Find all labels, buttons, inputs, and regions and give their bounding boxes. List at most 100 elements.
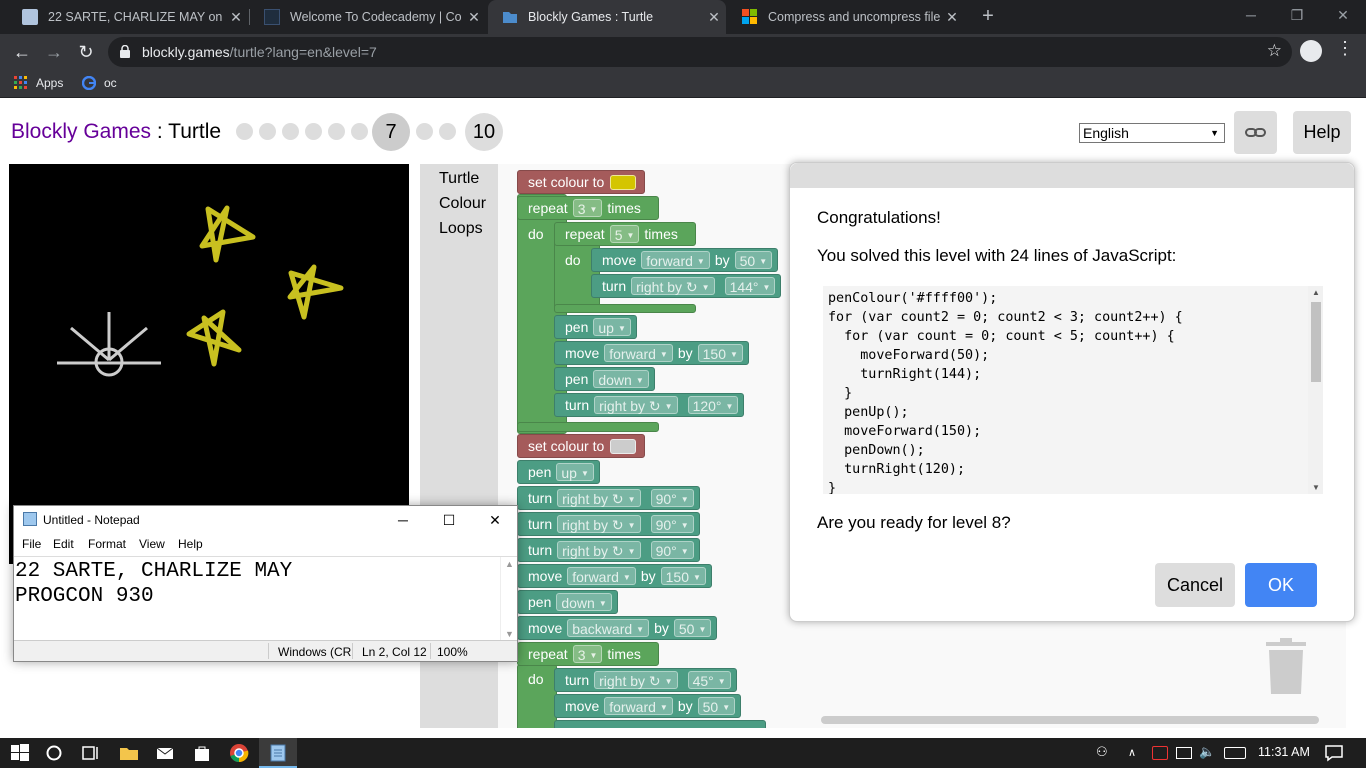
notepad-title-bar[interactable]: Untitled - Notepad ─ ☐ ✕ xyxy=(14,506,517,534)
level-dot-5[interactable] xyxy=(328,123,345,140)
move-block[interactable]: move forward ▼ by 150 ▼ xyxy=(517,564,712,588)
move-block[interactable]: move backward ▼ by 50 ▼ xyxy=(517,616,718,640)
trash-icon[interactable] xyxy=(1266,638,1306,694)
turn-direction-field[interactable]: right by ↻ ▼ xyxy=(557,515,641,533)
repeat-count-field[interactable]: 3 ▼ xyxy=(572,199,603,217)
level-dot-1[interactable] xyxy=(236,123,253,140)
distance-field[interactable]: 50 ▼ xyxy=(673,619,712,637)
direction-field[interactable]: forward ▼ xyxy=(567,567,636,585)
workspace-horizontal-scrollbar[interactable] xyxy=(821,716,1319,724)
blockly-games-link[interactable]: Blockly Games xyxy=(11,120,151,143)
turn-direction-field[interactable]: right by ↻ ▼ xyxy=(594,396,678,414)
scroll-up-icon[interactable]: ▲ xyxy=(1312,288,1320,297)
windows-start-icon[interactable] xyxy=(10,743,30,763)
chrome-icon[interactable] xyxy=(229,743,249,763)
chrome-menu-icon[interactable]: ⋮ xyxy=(1336,38,1354,59)
volume-icon[interactable]: 🔈 xyxy=(1199,744,1215,760)
notepad-taskbar-item[interactable] xyxy=(259,738,297,768)
pen-state-field[interactable]: down ▼ xyxy=(556,593,612,611)
angle-field[interactable]: 90° ▼ xyxy=(650,489,694,507)
keyboard-icon[interactable] xyxy=(1224,747,1246,759)
level-current[interactable]: 7 xyxy=(372,113,410,151)
turn-block[interactable]: turn right by ↻ ▼ 120° ▼ xyxy=(554,393,745,417)
distance-field[interactable]: 50 ▼ xyxy=(734,251,773,269)
file-explorer-icon[interactable] xyxy=(119,743,139,763)
repeat-count-field[interactable]: 5 ▼ xyxy=(609,225,640,243)
task-view-icon[interactable] xyxy=(80,743,100,763)
bookmark-oc[interactable]: oc xyxy=(82,76,117,90)
level-dot-9[interactable] xyxy=(439,123,456,140)
direction-field[interactable]: forward ▼ xyxy=(604,344,673,362)
store-icon[interactable] xyxy=(192,743,212,763)
angle-field[interactable]: 45° ▼ xyxy=(687,671,731,689)
close-icon[interactable]: ✕ xyxy=(462,9,486,26)
level-last[interactable]: 10 xyxy=(465,113,503,151)
bookmark-apps[interactable]: Apps xyxy=(14,76,63,90)
people-icon[interactable]: ⚇ xyxy=(1096,744,1108,760)
close-icon[interactable]: ✕ xyxy=(224,9,248,26)
direction-field[interactable]: forward ▼ xyxy=(641,251,710,269)
tab-compress[interactable]: Compress and uncompress files ( ✕ xyxy=(728,0,964,34)
set-colour-block[interactable]: set colour to xyxy=(517,170,646,194)
angle-field[interactable]: 144° ▼ xyxy=(724,277,776,295)
inner-repeat-block[interactable]: repeat 5 ▼ times xyxy=(554,222,696,246)
close-icon[interactable]: ✕ xyxy=(702,9,726,26)
pen-state-field[interactable]: up ▼ xyxy=(556,463,594,481)
level-dot-3[interactable] xyxy=(282,123,299,140)
angle-field[interactable]: 90° ▼ xyxy=(650,541,694,559)
repeat-block[interactable]: repeat 3 ▼ times xyxy=(517,196,659,220)
scroll-down-icon[interactable]: ▼ xyxy=(505,629,514,639)
address-bar[interactable]: blockly.games/turtle?lang=en&level=7 ☆ xyxy=(108,37,1292,67)
distance-field[interactable]: 50 ▼ xyxy=(697,697,736,715)
direction-field[interactable]: forward ▼ xyxy=(604,697,673,715)
move-block[interactable]: move forward ▼ by 150 ▼ xyxy=(554,341,749,365)
notepad-text-area[interactable]: 22 SARTE, CHARLIZE MAY PROGCON 930 ▲ ▼ xyxy=(14,556,517,641)
scroll-up-icon[interactable]: ▲ xyxy=(505,559,514,569)
menu-view[interactable]: View xyxy=(139,537,165,551)
tab-sarte[interactable]: 22 SARTE, CHARLIZE MAY on 201 ✕ xyxy=(8,0,248,34)
angle-field[interactable]: 90° ▼ xyxy=(650,515,694,533)
level-dot-6[interactable] xyxy=(351,123,368,140)
turn-block[interactable]: turn right by ↻ ▼ 144° ▼ xyxy=(591,274,782,298)
notifications-icon[interactable] xyxy=(1324,743,1344,763)
restore-icon[interactable]: ❐ xyxy=(1274,0,1320,30)
category-loops[interactable]: Loops xyxy=(439,220,483,238)
scrollbar-thumb[interactable] xyxy=(1311,302,1321,382)
partial-block[interactable] xyxy=(554,720,766,728)
minimize-icon[interactable]: ─ xyxy=(380,506,426,534)
language-select[interactable]: English ▼ xyxy=(1079,123,1225,143)
turn-block[interactable]: turn right by ↻ ▼ 90° ▼ xyxy=(517,512,700,536)
show-hidden-icons[interactable]: ∧ xyxy=(1128,746,1136,759)
maximize-icon[interactable]: ☐ xyxy=(426,506,472,534)
category-turtle[interactable]: Turtle xyxy=(439,170,479,188)
turn-block[interactable]: turn right by ↻ ▼ 45° ▼ xyxy=(554,668,737,692)
turn-block[interactable]: turn right by ↻ ▼ 90° ▼ xyxy=(517,538,700,562)
colour-swatch[interactable] xyxy=(610,174,637,190)
menu-edit[interactable]: Edit xyxy=(53,537,74,551)
code-box[interactable]: penColour('#ffff00'); for (var count2 = … xyxy=(823,286,1323,494)
pen-block[interactable]: pen down ▼ xyxy=(554,367,655,391)
colour-swatch[interactable] xyxy=(610,438,637,454)
distance-field[interactable]: 150 ▼ xyxy=(660,567,706,585)
level-dot-8[interactable] xyxy=(416,123,433,140)
link-button[interactable] xyxy=(1234,111,1277,154)
pen-block[interactable]: pen up ▼ xyxy=(554,315,637,339)
menu-file[interactable]: File xyxy=(22,537,41,551)
move-block[interactable]: move forward ▼ by 50 ▼ xyxy=(591,248,779,272)
angle-field[interactable]: 120° ▼ xyxy=(687,396,739,414)
level-dot-4[interactable] xyxy=(305,123,322,140)
distance-field[interactable]: 150 ▼ xyxy=(697,344,743,362)
mail-icon[interactable] xyxy=(155,743,175,763)
turn-direction-field[interactable]: right by ↻ ▼ xyxy=(594,671,678,689)
scroll-down-icon[interactable]: ▼ xyxy=(1312,483,1320,492)
taskbar-clock[interactable]: 11:31 AM xyxy=(1258,745,1310,759)
move-block[interactable]: move forward ▼ by 50 ▼ xyxy=(554,694,742,718)
back-icon[interactable]: ← xyxy=(8,38,36,66)
pen-state-field[interactable]: up ▼ xyxy=(593,318,631,336)
turn-direction-field[interactable]: right by ↻ ▼ xyxy=(557,489,641,507)
category-colour[interactable]: Colour xyxy=(439,195,486,213)
repeat-block[interactable]: repeat 3 ▼ times xyxy=(517,642,659,666)
bookmark-star-icon[interactable]: ☆ xyxy=(1267,41,1282,61)
ok-button[interactable]: OK xyxy=(1245,563,1317,607)
network-icon[interactable] xyxy=(1176,747,1192,759)
